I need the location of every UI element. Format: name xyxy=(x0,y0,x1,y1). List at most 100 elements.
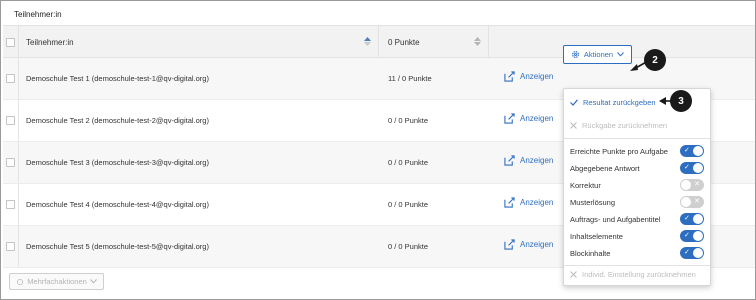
close-icon xyxy=(570,122,577,129)
actions-button[interactable]: Aktionen xyxy=(563,45,632,64)
toggle-task-titles[interactable]: ✓ xyxy=(680,213,704,225)
row-checkbox[interactable] xyxy=(6,242,15,251)
menu-item-label: Erreichte Punkte pro Aufgabe xyxy=(570,147,668,156)
view-label: Anzeigen xyxy=(520,240,554,249)
menu-item-label: Abgegebene Antwort xyxy=(570,164,640,173)
column-header-participant[interactable]: Teilnehmer:in xyxy=(26,38,74,47)
menu-item-content-elements: Inhaltselemente xyxy=(570,232,623,241)
actions-label: Aktionen xyxy=(583,50,614,59)
view-label: Anzeigen xyxy=(520,198,554,207)
column-divider xyxy=(18,184,19,225)
participant-name: Demoschule Test 1 (demoschule-test-1@qv-… xyxy=(26,74,209,83)
close-icon: ✕ xyxy=(694,198,700,205)
toggle-knob xyxy=(693,231,703,241)
menu-item-label: Blockinhalte xyxy=(570,249,611,258)
toggle-content-elements[interactable]: ✓ xyxy=(680,230,704,242)
view-button[interactable]: Anzeigen xyxy=(504,113,553,124)
menu-item-points-per-task: Erreichte Punkte pro Aufgabe xyxy=(570,147,668,156)
participant-name: Demoschule Test 3 (demoschule-test-3@qv-… xyxy=(26,158,209,167)
column-divider xyxy=(18,26,19,57)
toggle-block-content[interactable]: ✓ xyxy=(680,247,704,259)
menu-item-reset-individual[interactable]: Individ. Einstellung zurücknehmen xyxy=(570,270,696,279)
view-label: Anzeigen xyxy=(520,156,554,165)
view-label: Anzeigen xyxy=(520,114,554,123)
gear-icon xyxy=(17,278,24,285)
column-divider xyxy=(18,226,19,267)
edit-icon xyxy=(504,113,515,124)
menu-item-result-back[interactable]: Resultat zurückgeben xyxy=(570,98,656,107)
participant-name: Demoschule Test 4 (demoschule-test-4@qv-… xyxy=(26,200,209,209)
view-button[interactable]: Anzeigen xyxy=(504,197,553,208)
menu-divider xyxy=(564,138,710,139)
menu-item-correction: Korrektur xyxy=(570,181,601,190)
points-value: 0 / 0 Punkte xyxy=(388,242,429,251)
sort-icon[interactable] xyxy=(474,37,481,48)
gear-icon xyxy=(571,51,579,58)
menu-item-label: Auftrags- und Aufgabentitel xyxy=(570,215,661,224)
toggle-knob xyxy=(681,180,691,190)
toggle-correction[interactable]: ✕ xyxy=(680,179,704,191)
toggle-sample-solution[interactable]: ✕ xyxy=(680,196,704,208)
check-icon: ✓ xyxy=(684,164,690,171)
toggle-knob xyxy=(693,248,703,258)
menu-item-submitted-answer: Abgegebene Antwort xyxy=(570,164,640,173)
menu-divider xyxy=(564,265,710,266)
toggle-submitted-answer[interactable]: ✓ xyxy=(680,162,704,174)
row-checkbox[interactable] xyxy=(6,116,15,125)
column-divider xyxy=(18,142,19,183)
check-icon xyxy=(570,99,578,106)
view-button[interactable]: Anzeigen xyxy=(504,239,553,250)
bulk-actions-button[interactable]: Mehrfachaktionen xyxy=(9,273,104,290)
close-icon xyxy=(570,271,577,278)
column-divider xyxy=(378,26,379,57)
menu-item-label: Resultat zurückgeben xyxy=(583,98,656,107)
menu-item-block-content: Blockinhalte xyxy=(570,249,610,258)
toggle-points-per-task[interactable]: ✓ xyxy=(680,145,704,157)
edit-icon xyxy=(504,239,515,250)
toggle-knob xyxy=(693,163,703,173)
check-icon: ✓ xyxy=(684,249,690,256)
points-value: 0 / 0 Punkte xyxy=(388,116,429,125)
edit-icon xyxy=(504,155,515,166)
callout-badge-3: 3 xyxy=(670,90,692,112)
column-divider xyxy=(488,26,489,57)
toggle-knob xyxy=(693,146,703,156)
bulk-actions-label: Mehrfachaktionen xyxy=(27,277,87,286)
column-divider xyxy=(18,58,19,99)
actions-dropdown-menu: Resultat zurückgeben Rückgabe zurücknehm… xyxy=(563,88,711,286)
row-checkbox[interactable] xyxy=(6,200,15,209)
row-checkbox[interactable] xyxy=(6,74,15,83)
chevron-down-icon xyxy=(89,279,97,284)
menu-item-label: Inhaltselemente xyxy=(570,232,623,241)
page-title: Teilnehmer:in xyxy=(14,10,62,19)
chevron-down-icon xyxy=(617,52,624,57)
menu-item-label: Korrektur xyxy=(570,181,601,190)
view-button[interactable]: Anzeigen xyxy=(504,155,553,166)
column-divider xyxy=(18,100,19,141)
window-frame: Teilnehmer:in Teilnehmer:in 0 Punkte Dem… xyxy=(0,0,756,300)
menu-item-label: Individ. Einstellung zurücknehmen xyxy=(582,270,696,279)
sort-ascending-icon[interactable] xyxy=(364,37,371,48)
menu-item-label: Rückgabe zurücknehmen xyxy=(582,121,668,130)
table-header: Teilnehmer:in 0 Punkte xyxy=(3,25,755,58)
menu-item-undo-return[interactable]: Rückgabe zurücknehmen xyxy=(570,121,667,130)
check-icon: ✓ xyxy=(684,147,690,154)
close-icon: ✕ xyxy=(694,181,700,188)
column-header-points[interactable]: 0 Punkte xyxy=(388,38,420,47)
edit-icon xyxy=(504,197,515,208)
toggle-knob xyxy=(693,214,703,224)
callout-badge-2: 2 xyxy=(644,49,666,71)
points-value: 0 / 0 Punkte xyxy=(388,158,429,167)
participant-name: Demoschule Test 5 (demoschule-test-5@qv-… xyxy=(26,242,209,251)
menu-item-sample-solution: Musterlösung xyxy=(570,198,615,207)
view-label: Anzeigen xyxy=(520,72,554,81)
row-checkbox[interactable] xyxy=(6,158,15,167)
select-all-checkbox[interactable] xyxy=(6,38,15,47)
toggle-knob xyxy=(681,197,691,207)
menu-item-task-titles: Auftrags- und Aufgabentitel xyxy=(570,215,660,224)
edit-icon xyxy=(504,71,515,82)
check-icon: ✓ xyxy=(684,232,690,239)
view-button[interactable]: Anzeigen xyxy=(504,71,553,82)
participant-name: Demoschule Test 2 (demoschule-test-2@qv-… xyxy=(26,116,209,125)
menu-item-label: Musterlösung xyxy=(570,198,616,207)
